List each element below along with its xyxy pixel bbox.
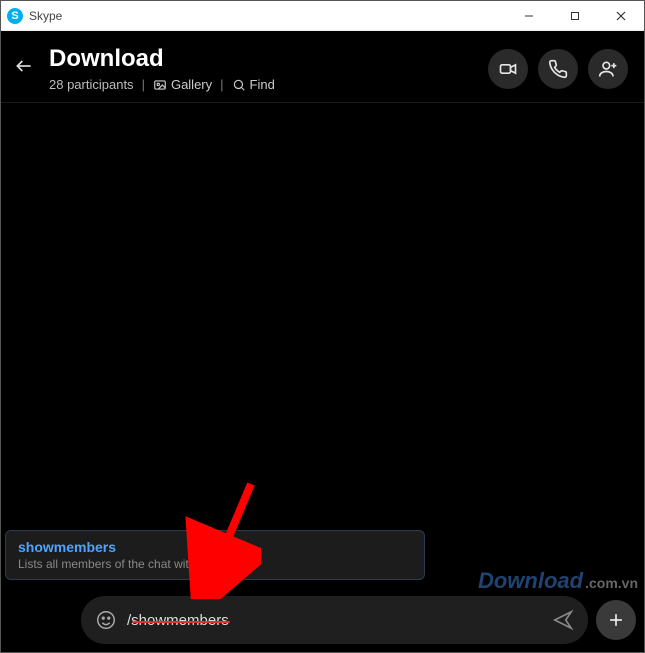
find-link[interactable]: Find [232,77,275,92]
chat-area: showmembers Lists all members of the cha… [1,103,644,652]
close-button[interactable] [598,1,644,30]
separator: | [220,77,223,92]
send-icon [552,609,574,631]
suggestion-description: Lists all members of the chat with their… [18,557,412,571]
titlebar: S Skype [1,1,644,31]
composer-row [1,596,644,644]
chat-subline: 28 participants | Gallery | Find [49,77,488,92]
video-call-button[interactable] [488,49,528,89]
app-window: S Skype Download [0,0,645,653]
window-title: Skype [29,9,62,23]
add-people-button[interactable] [588,49,628,89]
header-info: Download 28 participants | Gallery | Fin… [49,45,488,92]
suggestion-command: showmembers [18,539,412,555]
audio-call-button[interactable] [538,49,578,89]
gallery-icon [153,78,167,92]
maximize-button[interactable] [552,1,598,30]
spellcheck-underline [132,621,230,623]
app-body: Download 28 participants | Gallery | Fin… [1,31,644,652]
phone-icon [548,59,568,79]
gallery-label: Gallery [171,77,212,92]
gallery-link[interactable]: Gallery [153,77,212,92]
window-controls [506,1,644,30]
search-icon [232,78,246,92]
participants-count[interactable]: 28 participants [49,77,134,92]
send-button[interactable] [552,609,574,631]
command-suggestion[interactable]: showmembers Lists all members of the cha… [5,530,425,580]
watermark-suffix: .com.vn [585,575,638,591]
video-icon [498,59,518,79]
emoji-button[interactable] [95,609,117,631]
add-user-icon [598,59,618,79]
plus-icon [606,610,626,630]
input-wrap [127,612,542,629]
watermark-brand: Download [478,568,583,594]
skype-logo-icon: S [7,8,23,24]
chat-header: Download 28 participants | Gallery | Fin… [1,31,644,102]
message-composer [81,596,588,644]
chat-title: Download [49,45,488,73]
attach-button[interactable] [596,600,636,640]
watermark: Download .com.vn [478,568,638,594]
find-label: Find [250,77,275,92]
back-button[interactable] [13,55,35,77]
minimize-button[interactable] [506,1,552,30]
separator: | [142,77,145,92]
emoji-icon [95,609,117,631]
header-actions [488,49,628,89]
